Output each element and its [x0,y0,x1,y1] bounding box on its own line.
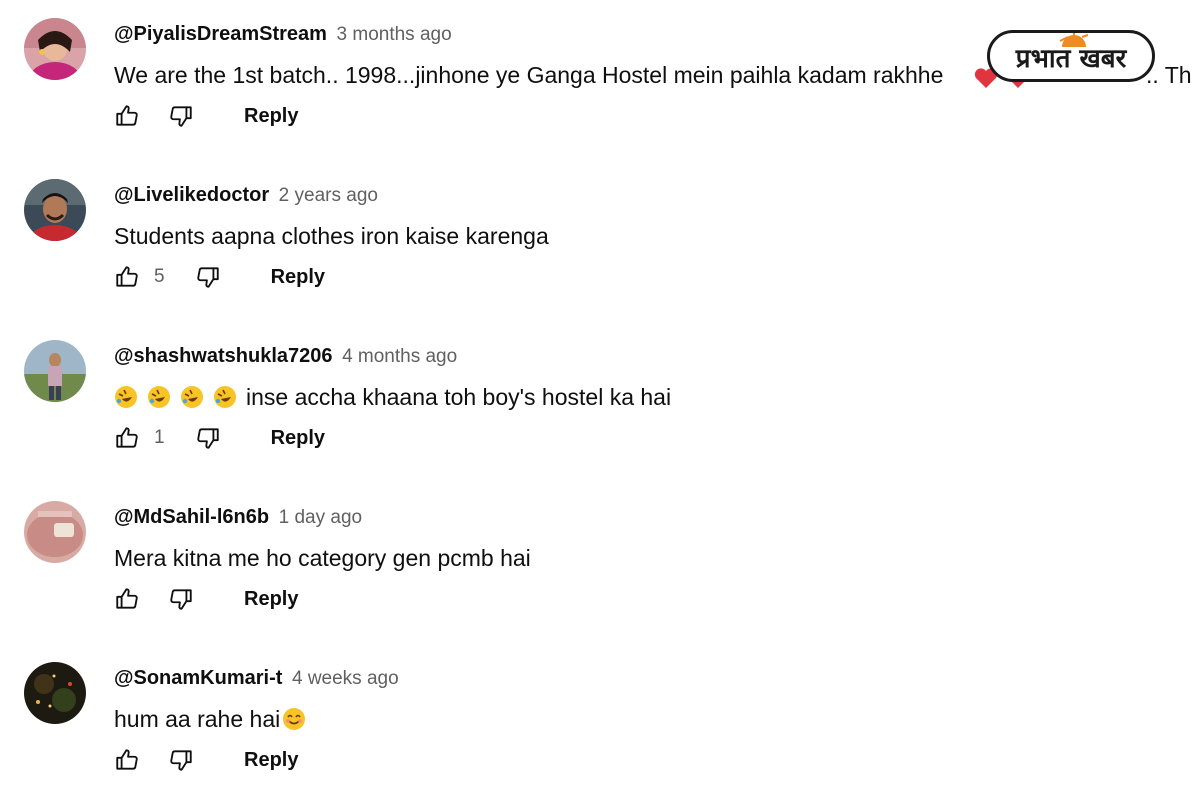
author-name[interactable]: @Livelikedoctor [114,184,269,206]
comment-header: @PiyalisDreamStream 3 months ago [114,22,452,47]
comment-text-body: hum aa rahe hai [114,706,281,732]
comment-text: Mera kitna me ho category gen pcmb hai [114,545,531,571]
like-icon[interactable] [114,103,140,129]
svg-text:प्रभात खबर: प्रभात खबर [1015,44,1128,74]
avatar[interactable] [24,501,86,563]
comment-text: hum aa rahe hai [114,704,306,734]
rofl-emoji [114,385,138,409]
comments-section: @PiyalisDreamStream 3 months ago We are … [0,0,1200,800]
comment-item: @MdSahil-l6n6b 1 day ago Mera kitna me h… [0,483,1200,644]
comment-item: @Livelikedoctor 2 years ago Students aap… [0,161,1200,322]
like-count: 1 [154,427,165,448]
like-count: 5 [154,266,165,287]
reply-button[interactable]: Reply [271,427,325,450]
reply-button[interactable]: Reply [244,588,298,611]
comment-text-body: inse accha khaana toh boy's hostel ka ha… [246,384,672,410]
comment-item: @SonamKumari-t 4 weeks ago hum aa rahe h… [0,644,1200,800]
comment-time[interactable]: 4 months ago [342,346,457,367]
reply-button[interactable]: Reply [271,266,325,289]
dislike-icon[interactable] [168,103,194,129]
comment-actions: 1 Reply [114,420,325,456]
smile-emoji [282,707,306,731]
like-icon[interactable] [114,586,140,612]
author-name[interactable]: @shashwatshukla7206 [114,345,333,367]
comment-header: @Livelikedoctor 2 years ago [114,183,378,208]
reply-button[interactable]: Reply [244,749,298,772]
avatar[interactable] [24,18,86,80]
author-name[interactable]: @PiyalisDreamStream [114,23,327,45]
dislike-icon[interactable] [195,425,221,451]
avatar[interactable] [24,179,86,241]
comment-actions: 5 Reply [114,259,325,295]
like-icon[interactable] [114,264,140,290]
comment-time[interactable]: 4 weeks ago [292,668,399,689]
dislike-icon[interactable] [168,586,194,612]
comment-text: We are the 1st batch.. 1998...jinhone ye… [114,62,944,88]
comment-text: inse accha khaana toh boy's hostel ka ha… [114,382,671,412]
comment-time[interactable]: 3 months ago [337,24,452,45]
comment-actions: Reply [114,98,298,134]
like-icon[interactable] [114,747,140,773]
comment-item: @shashwatshukla7206 4 months ago inse ac… [0,322,1200,483]
watermark-logo: प्रभात खबर [987,30,1155,82]
comment-text: Students aapna clothes iron kaise kareng… [114,223,549,249]
comment-actions: Reply [114,581,298,617]
reply-button[interactable]: Reply [244,105,298,128]
comment-actions: Reply [114,742,298,778]
author-name[interactable]: @MdSahil-l6n6b [114,506,269,528]
comment-header: @shashwatshukla7206 4 months ago [114,344,457,369]
avatar[interactable] [24,340,86,402]
comment-time[interactable]: 1 day ago [279,507,362,528]
author-name[interactable]: @SonamKumari-t [114,667,282,689]
avatar[interactable] [24,662,86,724]
comment-time[interactable]: 2 years ago [279,185,378,206]
like-icon[interactable] [114,425,140,451]
rofl-emoji [180,385,204,409]
rofl-emoji [147,385,171,409]
comment-header: @MdSahil-l6n6b 1 day ago [114,505,362,530]
comment-header: @SonamKumari-t 4 weeks ago [114,666,399,691]
rofl-emoji [213,385,237,409]
dislike-icon[interactable] [168,747,194,773]
dislike-icon[interactable] [195,264,221,290]
